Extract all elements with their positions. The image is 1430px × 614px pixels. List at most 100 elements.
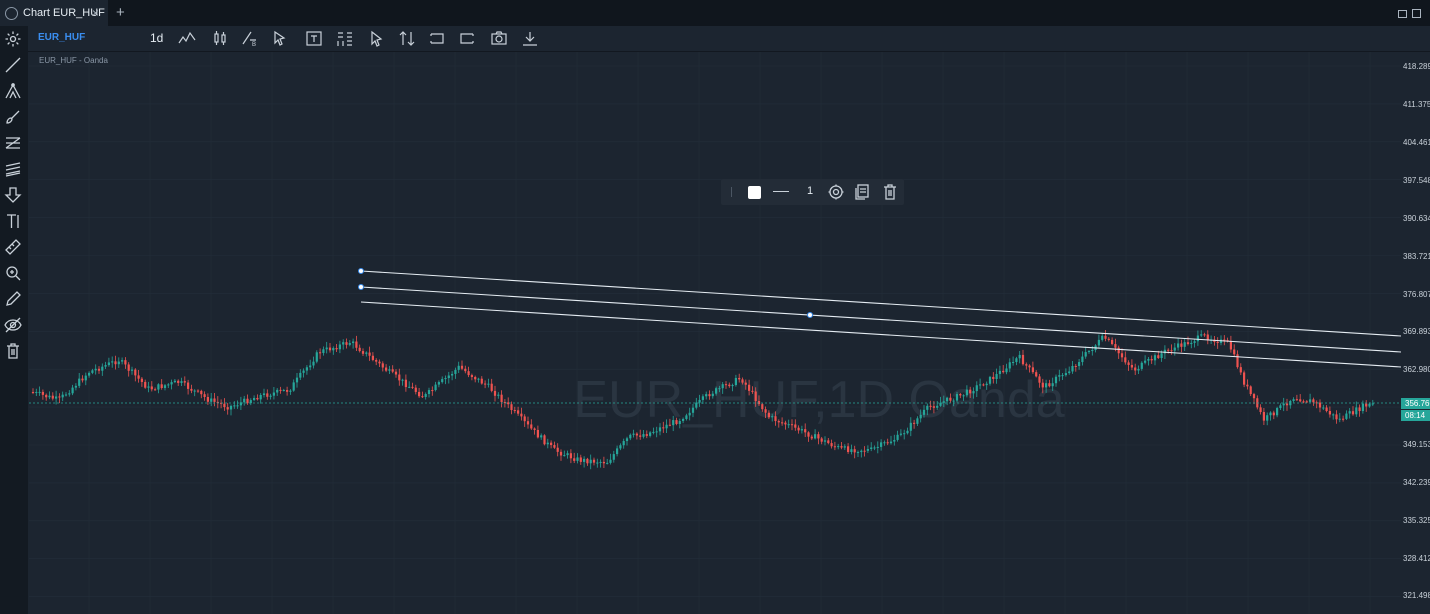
candle-body xyxy=(81,378,84,381)
candle-body xyxy=(850,449,853,453)
undo-icon[interactable] xyxy=(428,30,446,47)
candle-body xyxy=(1021,354,1025,365)
eye-off-icon[interactable] xyxy=(4,316,22,334)
candle-body xyxy=(609,459,612,463)
candle-body xyxy=(1262,412,1265,421)
chart-grid xyxy=(29,52,1401,614)
candle-body xyxy=(952,400,955,402)
pencil-icon[interactable] xyxy=(4,290,22,308)
candle-body xyxy=(1282,403,1285,406)
sort-icon[interactable] xyxy=(398,30,416,47)
brush-icon[interactable] xyxy=(4,108,22,126)
tab-chart[interactable]: Chart EUR_HUF × xyxy=(0,0,108,26)
candle-body xyxy=(187,382,190,389)
candle-body xyxy=(629,434,632,439)
candle-body xyxy=(107,362,110,366)
line-style-icon[interactable] xyxy=(773,191,789,192)
candle-body xyxy=(470,375,473,377)
ruler-icon[interactable] xyxy=(4,238,22,256)
text-icon[interactable] xyxy=(305,30,323,47)
candle-body xyxy=(672,420,675,426)
candle-body xyxy=(134,369,137,376)
candle-body xyxy=(1348,411,1351,414)
candle-body xyxy=(361,351,365,354)
camera-icon[interactable] xyxy=(490,30,508,47)
candle-body xyxy=(932,406,935,408)
chart-type-icon[interactable] xyxy=(211,30,229,47)
indicators-icon[interactable] xyxy=(178,30,196,47)
trash-icon[interactable] xyxy=(4,342,22,360)
candle-body xyxy=(121,360,124,362)
candle-body xyxy=(1114,344,1117,348)
candle-body xyxy=(427,390,431,395)
candle-body xyxy=(305,367,308,371)
candle-body xyxy=(873,447,876,449)
redo-icon[interactable] xyxy=(458,30,476,47)
channel-handle[interactable] xyxy=(807,312,813,318)
gear-icon[interactable] xyxy=(827,183,845,201)
candle-body xyxy=(41,391,44,395)
trend-line-icon[interactable] xyxy=(4,56,22,74)
candle-body xyxy=(243,398,246,403)
arrow-down-icon[interactable] xyxy=(4,186,22,204)
candle-body xyxy=(1101,335,1104,340)
candle-body xyxy=(1358,407,1361,412)
drag-handle[interactable] xyxy=(731,187,732,197)
timeframe-selector[interactable]: 1d xyxy=(150,31,163,45)
trash-icon[interactable] xyxy=(881,183,899,201)
candle-body xyxy=(982,384,985,386)
channel-handle[interactable] xyxy=(358,268,364,274)
text-tool-icon[interactable] xyxy=(4,212,22,230)
line-color-swatch[interactable] xyxy=(748,186,761,199)
candle-body xyxy=(441,379,444,383)
cursor-icon[interactable] xyxy=(270,30,288,47)
pointer-icon[interactable] xyxy=(368,30,386,47)
candle-body xyxy=(200,390,203,395)
candle-body xyxy=(1318,402,1322,408)
candle-body xyxy=(1206,334,1209,341)
candle-body xyxy=(781,422,784,424)
candle-body xyxy=(969,389,972,394)
candle-body xyxy=(1183,342,1186,347)
candle-body xyxy=(111,361,114,363)
candle-body xyxy=(517,410,520,414)
tab-close-button[interactable]: × xyxy=(92,6,99,20)
restore-window-icon[interactable] xyxy=(1398,10,1407,18)
candle-body xyxy=(68,393,71,395)
candle-body xyxy=(579,457,582,462)
candle-body xyxy=(678,421,681,424)
candle-body xyxy=(35,391,38,393)
candle-body xyxy=(731,385,734,387)
fibonacci-icon[interactable] xyxy=(4,134,22,152)
compare-icon[interactable]: B xyxy=(241,30,259,48)
candle-body xyxy=(1137,368,1140,371)
download-icon[interactable] xyxy=(521,30,539,47)
candle-body xyxy=(942,401,945,403)
zoom-in-icon[interactable] xyxy=(4,264,22,282)
pitchfork-icon[interactable] xyxy=(4,82,22,100)
gann-icon[interactable] xyxy=(4,160,22,178)
candle-body xyxy=(493,390,497,396)
symbol-selector[interactable]: EUR_HUF xyxy=(38,32,85,43)
candle-body xyxy=(394,371,398,375)
candle-body xyxy=(289,390,292,392)
channel-handle[interactable] xyxy=(358,284,364,290)
candle-body xyxy=(1068,371,1071,374)
svg-text:B: B xyxy=(252,42,256,47)
add-tab-button[interactable]: + xyxy=(116,4,125,21)
candle-body xyxy=(1332,414,1335,416)
candle-body xyxy=(576,457,579,461)
candle-body xyxy=(985,383,988,386)
candle-body xyxy=(573,458,576,461)
maximize-window-icon[interactable] xyxy=(1412,9,1421,18)
settings-icon[interactable] xyxy=(4,30,22,48)
parallel-channel-drawing[interactable] xyxy=(358,268,1402,368)
candle-body xyxy=(751,390,754,392)
clone-icon[interactable] xyxy=(853,183,871,201)
candle-body xyxy=(206,396,209,402)
layout-icon[interactable] xyxy=(336,30,354,47)
line-width-value[interactable]: 1 xyxy=(807,185,813,197)
candle-body xyxy=(51,395,54,399)
candle-body xyxy=(823,440,827,442)
price-chart[interactable]: EUR_HUF,1D Oanda xyxy=(29,52,1401,614)
